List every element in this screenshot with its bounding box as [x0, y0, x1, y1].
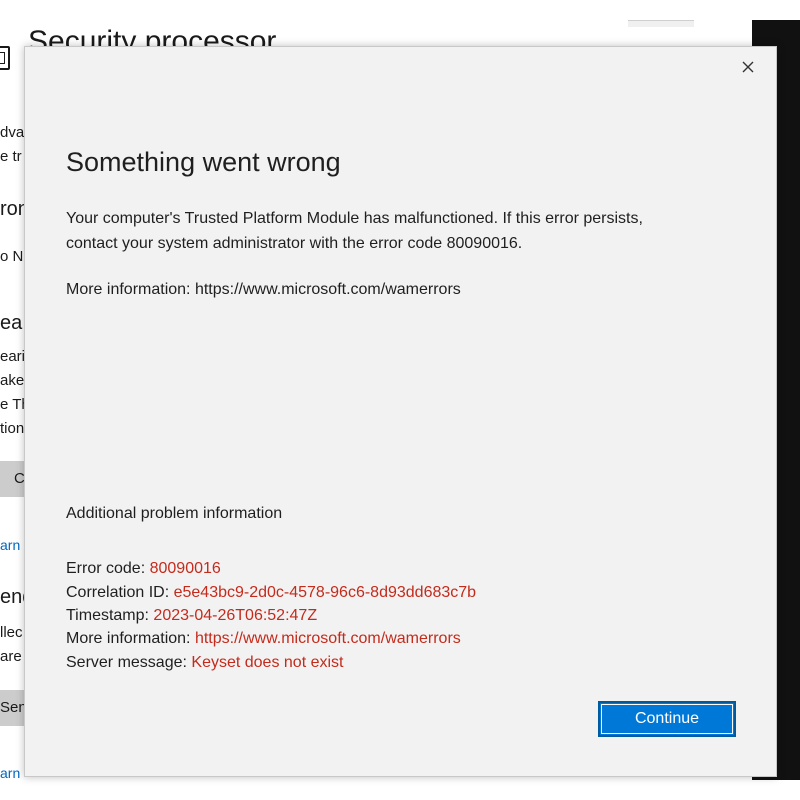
background-heading-fragment: ea: [0, 312, 23, 334]
detail-label: Error code:: [66, 560, 150, 577]
more-information-text: More information: https://www.microsoft.…: [66, 281, 461, 298]
continue-button[interactable]: Continue: [598, 701, 736, 737]
error-message-line-2: contact your system administrator with t…: [66, 235, 523, 252]
server-message-value: Keyset does not exist: [191, 654, 344, 671]
server-message-row: Server message: Keyset does not exist: [66, 650, 343, 675]
error-dialog: Something went wrong Your computer's Tru…: [24, 46, 777, 777]
error-code-row: Error code: 80090016: [66, 556, 221, 581]
close-button[interactable]: [734, 55, 762, 83]
close-icon: [742, 60, 754, 78]
background-text-fragment: tion: [0, 420, 25, 437]
background-text-fragment: ake: [0, 372, 25, 389]
background-text-fragment: e tr: [0, 148, 22, 165]
detail-label: More information:: [66, 630, 195, 647]
dialog-title: Something went wrong: [66, 147, 341, 177]
security-processor-chip-icon: [0, 46, 10, 70]
timestamp-row: Timestamp: 2023-04-26T06:52:47Z: [66, 603, 317, 628]
correlation-id-row: Correlation ID: e5e43bc9-2d0c-4578-96c6-…: [66, 580, 476, 605]
background-text-fragment: eari: [0, 348, 26, 365]
background-text-fragment: are: [0, 648, 22, 665]
background-learn-link[interactable]: arn: [0, 765, 20, 781]
background-top-button: [628, 20, 694, 27]
error-message-line-1: Your computer's Trusted Platform Module …: [66, 210, 643, 227]
background-text-fragment: llec: [0, 624, 23, 641]
more-information-link[interactable]: https://www.microsoft.com/wamerrors: [195, 630, 461, 647]
correlation-id-value: e5e43bc9-2d0c-4578-96c6-8d93dd683c7b: [173, 584, 477, 601]
more-information-row: More information: https://www.microsoft.…: [66, 626, 461, 651]
screen: Security processor dvar e tr ron o No ea…: [0, 0, 800, 800]
timestamp-value: 2023-04-26T06:52:47Z: [153, 607, 318, 624]
additional-info-heading: Additional problem information: [66, 505, 283, 522]
detail-label: Timestamp:: [66, 607, 154, 624]
detail-label: Correlation ID:: [66, 584, 174, 601]
detail-label: Server message:: [66, 654, 192, 671]
background-learn-link[interactable]: arn: [0, 537, 20, 553]
error-code-value: 80090016: [149, 560, 221, 577]
